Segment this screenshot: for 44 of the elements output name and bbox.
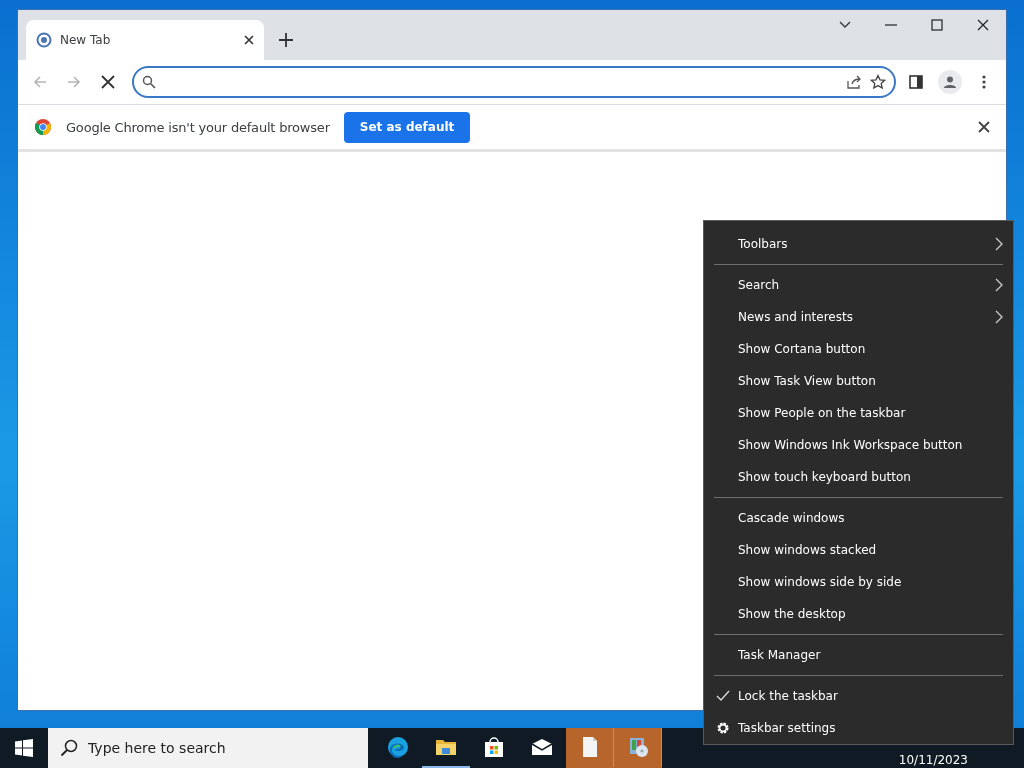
share-icon[interactable] [846,74,862,90]
windows-logo-icon [15,739,33,757]
menu-item[interactable]: Search [704,269,1013,301]
infobar-message: Google Chrome isn't your default browser [66,119,330,135]
close-icon [977,19,989,31]
side-panel-icon [909,75,923,89]
close-icon[interactable] [244,35,254,45]
menu-item[interactable]: Show touch keyboard button [704,461,1013,493]
clock-date: 10/11/2023 [898,753,968,767]
menu-icon [982,75,986,89]
plus-icon [279,33,293,47]
menu-item[interactable]: Taskbar settings [704,712,1013,744]
menu-item[interactable]: Show windows side by side [704,566,1013,598]
star-icon[interactable] [870,74,886,90]
menu-item[interactable]: Show Windows Ink Workspace button [704,429,1013,461]
menu-item[interactable]: News and interests [704,301,1013,333]
chevron-right-icon [995,237,1003,251]
profile-button[interactable] [938,70,962,94]
edge-browser-icon [386,735,410,759]
menu-item[interactable]: Toolbars [704,228,1013,260]
settings-icon [716,721,730,735]
menu-item[interactable]: Show windows stacked [704,534,1013,566]
chevron-right-icon [995,278,1003,292]
menu-item[interactable]: Show the desktop [704,598,1013,630]
back-arrow-icon [32,74,48,90]
menu-item[interactable]: Show Cortana button [704,333,1013,365]
browser-tab[interactable]: New Tab [26,20,264,60]
person-icon [943,75,957,89]
set-default-button[interactable]: Set as default [343,111,471,143]
menu-item[interactable]: Show Task View button [704,365,1013,397]
browser-logo-icon [34,118,52,136]
maximize-icon [931,19,943,31]
search-field[interactable]: Type here to search [48,728,368,768]
forward-arrow-icon [66,74,82,90]
shopping-bag-icon [482,735,506,759]
menu-item[interactable]: Show People on the taskbar [704,397,1013,429]
menu-item[interactable]: Lock the taskbar [704,680,1013,712]
chevron-right-icon [995,310,1003,324]
search-icon [142,75,156,89]
stop-icon [101,75,115,89]
close-icon[interactable] [978,121,990,133]
menu-item[interactable]: Task Manager [704,639,1013,671]
address-bar[interactable] [132,66,896,98]
menu-item[interactable]: Cascade windows [704,502,1013,534]
